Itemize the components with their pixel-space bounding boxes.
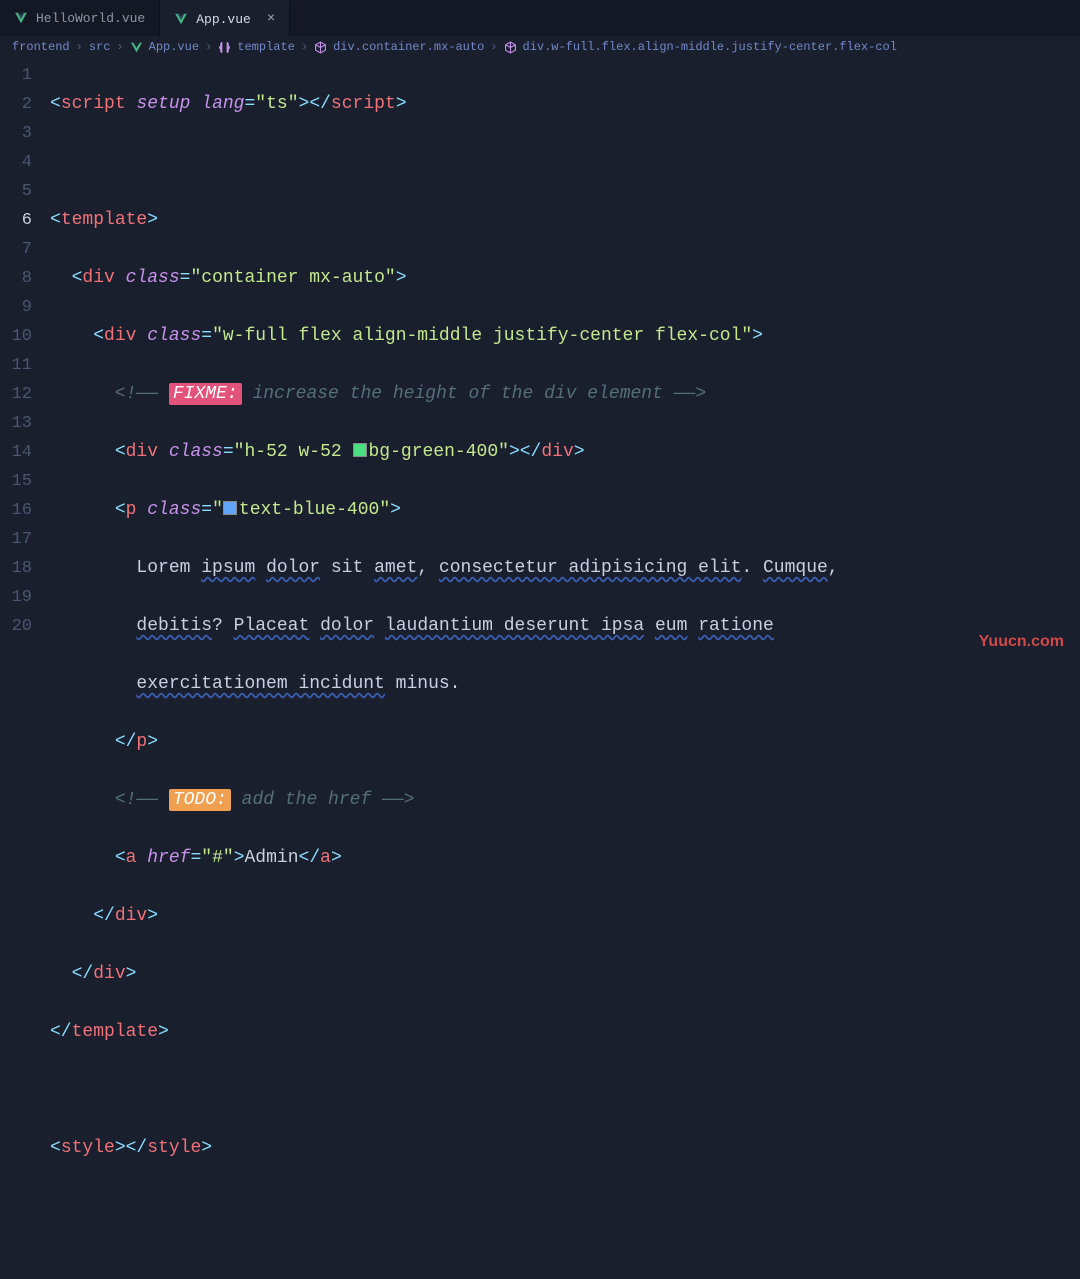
code-line: <div class="container mx-auto"> bbox=[50, 264, 1080, 293]
chevron-right-icon: › bbox=[116, 40, 123, 54]
code-line: <script setup lang="ts"></script> bbox=[50, 90, 1080, 119]
tab-label: App.vue bbox=[196, 12, 251, 27]
color-swatch-blue bbox=[223, 501, 237, 515]
chevron-right-icon: › bbox=[301, 40, 308, 54]
close-icon[interactable]: × bbox=[267, 11, 275, 27]
code-line: <div class="h-52 w-52 bg-green-400"></di… bbox=[50, 438, 1080, 467]
braces-icon bbox=[218, 41, 231, 54]
code-line: <style></style> bbox=[50, 1134, 1080, 1163]
code-line: exercitationem incidunt minus. bbox=[50, 670, 1080, 699]
code-content[interactable]: <script setup lang="ts"></script> <templ… bbox=[50, 61, 1080, 1279]
color-swatch-green bbox=[353, 443, 367, 457]
todo-badge: TODO: bbox=[169, 789, 231, 811]
cube-icon bbox=[314, 41, 327, 54]
code-editor[interactable]: 1 2 3 4 5 6 7 8 9 10 11 12 13 14 15 16 1… bbox=[0, 58, 1080, 1279]
code-line bbox=[50, 148, 1080, 177]
code-line: </p> bbox=[50, 728, 1080, 757]
tab-app[interactable]: App.vue × bbox=[160, 0, 290, 36]
breadcrumb-item[interactable]: App.vue bbox=[149, 40, 199, 54]
code-line: <!—— TODO: add the href ——> bbox=[50, 786, 1080, 815]
code-line bbox=[50, 1192, 1080, 1221]
cube-icon bbox=[504, 41, 517, 54]
chevron-right-icon: › bbox=[76, 40, 83, 54]
tab-label: HelloWorld.vue bbox=[36, 11, 145, 26]
line-gutter: 1 2 3 4 5 6 7 8 9 10 11 12 13 14 15 16 1… bbox=[0, 61, 50, 1279]
code-line: </template> bbox=[50, 1018, 1080, 1047]
code-line: debitis? Placeat dolor laudantium deseru… bbox=[50, 612, 1080, 641]
code-line bbox=[50, 1076, 1080, 1105]
code-line: Lorem ipsum dolor sit amet, consectetur … bbox=[50, 554, 1080, 583]
code-line: </div> bbox=[50, 960, 1080, 989]
watermark: Yuucn.com bbox=[979, 633, 1064, 651]
chevron-right-icon: › bbox=[205, 40, 212, 54]
code-line: <a href="#">Admin</a> bbox=[50, 844, 1080, 873]
breadcrumb-item[interactable]: div.container.mx-auto bbox=[333, 40, 484, 54]
vue-icon bbox=[174, 12, 188, 26]
code-line: </div> bbox=[50, 902, 1080, 931]
breadcrumb-item[interactable]: src bbox=[89, 40, 111, 54]
code-line: <!—— FIXME: increase the height of the d… bbox=[50, 380, 1080, 409]
code-line: <template> bbox=[50, 206, 1080, 235]
fixme-badge: FIXME: bbox=[169, 383, 242, 405]
breadcrumb-item[interactable]: frontend bbox=[12, 40, 70, 54]
breadcrumb: frontend › src › App.vue › template › di… bbox=[0, 36, 1080, 58]
code-line: <p class="text-blue-400"> bbox=[50, 496, 1080, 525]
vue-icon bbox=[130, 41, 143, 54]
tab-bar: HelloWorld.vue App.vue × bbox=[0, 0, 1080, 36]
chevron-right-icon: › bbox=[490, 40, 497, 54]
tab-helloworld[interactable]: HelloWorld.vue bbox=[0, 0, 160, 36]
breadcrumb-item[interactable]: template bbox=[237, 40, 295, 54]
breadcrumb-item[interactable]: div.w-full.flex.align-middle.justify-cen… bbox=[523, 40, 897, 54]
code-line: <div class="w-full flex align-middle jus… bbox=[50, 322, 1080, 351]
vue-icon bbox=[14, 11, 28, 25]
